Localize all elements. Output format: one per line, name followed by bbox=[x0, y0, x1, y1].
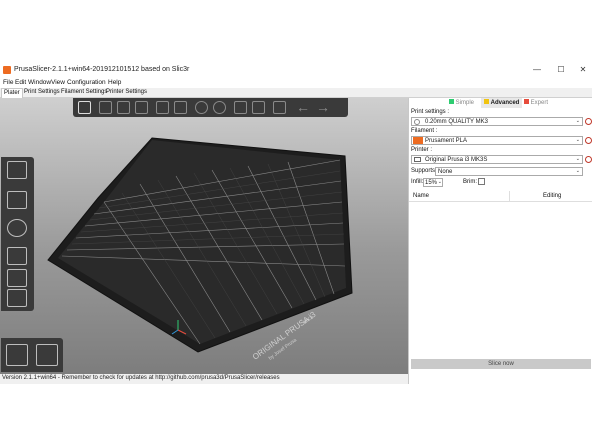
tab-filament-settings[interactable]: Filament Settings bbox=[59, 88, 109, 97]
redo-icon[interactable]: → bbox=[316, 100, 330, 114]
tab-plater[interactable]: Plater bbox=[1, 88, 23, 98]
mode-advanced-swatch bbox=[484, 99, 489, 104]
status-bar: Version 2.1.1+win64 - Remember to check … bbox=[0, 374, 408, 384]
menu-window[interactable]: Window bbox=[28, 79, 51, 86]
top-toolbar: ← → bbox=[73, 98, 348, 117]
infill-label: Infill: bbox=[411, 179, 424, 185]
printer-combo[interactable]: Original Prusa i3 MK3S ⌄ bbox=[411, 155, 583, 164]
app-icon bbox=[3, 66, 11, 74]
filament-combo[interactable]: Prusament PLA ⌄ bbox=[411, 136, 583, 145]
print-settings-value: 0.20mm QUALITY MK3 bbox=[425, 119, 488, 125]
minimize-button[interactable]: — bbox=[530, 64, 544, 75]
tab-printer-settings[interactable]: Printer Settings bbox=[104, 88, 149, 97]
mode-simple-label: Simple bbox=[455, 100, 475, 106]
mode-expert-label: Expert bbox=[530, 100, 549, 106]
print-settings-combo[interactable]: 0.20mm QUALITY MK3 ⌄ bbox=[411, 117, 583, 126]
supports-label: Supports: bbox=[411, 168, 437, 174]
remove-instance-icon[interactable] bbox=[213, 101, 226, 114]
infill-combo[interactable]: 15% ⌄ bbox=[423, 178, 443, 187]
menu-view[interactable]: View bbox=[51, 79, 65, 86]
chevron-down-icon: ⌄ bbox=[575, 168, 580, 174]
printer-icon bbox=[414, 157, 421, 162]
paste-icon[interactable] bbox=[174, 101, 187, 114]
column-editing: Editing bbox=[543, 193, 562, 199]
mode-simple[interactable]: Simple bbox=[449, 98, 474, 108]
mode-expert[interactable]: Expert bbox=[524, 98, 548, 108]
split-parts-icon[interactable] bbox=[252, 101, 265, 114]
left-toolbar bbox=[1, 157, 34, 311]
chevron-down-icon: ⌄ bbox=[575, 118, 580, 124]
filament-value: Prusament PLA bbox=[425, 138, 468, 144]
print-settings-label: Print settings : bbox=[411, 109, 450, 115]
maximize-button[interactable]: ☐ bbox=[554, 64, 568, 75]
delete-all-icon[interactable] bbox=[117, 101, 130, 114]
brim-label: Brim: bbox=[463, 179, 477, 185]
scale-icon[interactable] bbox=[7, 191, 27, 209]
close-button[interactable]: ✕ bbox=[576, 64, 590, 75]
3d-scene[interactable]: ORIGINAL PRUSA i3 MK3 by Josef Prusa ← → bbox=[0, 98, 408, 374]
menu-bar: File Edit Window View Configuration Help bbox=[0, 78, 592, 88]
printer-label: Printer : bbox=[411, 147, 433, 153]
settings-icon bbox=[414, 119, 420, 125]
column-name: Name bbox=[413, 193, 430, 199]
sla-support-icon[interactable] bbox=[7, 289, 27, 307]
print-settings-gear-icon[interactable] bbox=[585, 118, 592, 125]
supports-value: None bbox=[438, 169, 453, 175]
menu-help[interactable]: Help bbox=[108, 79, 121, 86]
filament-label: Filament : bbox=[411, 128, 438, 134]
title-bar: PrusaSlicer-2.1.1+win64-201912101512 bas… bbox=[0, 62, 592, 78]
tab-print-settings[interactable]: Print Settings bbox=[22, 88, 62, 97]
layers-view-icon[interactable] bbox=[36, 344, 58, 366]
place-on-face-icon[interactable] bbox=[7, 247, 27, 265]
mode-expert-swatch bbox=[524, 99, 529, 104]
split-objects-icon[interactable] bbox=[234, 101, 247, 114]
menu-edit[interactable]: Edit bbox=[15, 79, 26, 86]
menu-configuration[interactable]: Configuration bbox=[67, 79, 106, 86]
undo-icon[interactable]: ← bbox=[296, 100, 310, 114]
view-toolbar bbox=[1, 338, 63, 372]
object-list[interactable] bbox=[409, 202, 592, 422]
copy-icon[interactable] bbox=[156, 101, 169, 114]
chevron-down-icon: ⌄ bbox=[575, 156, 580, 162]
filament-gear-icon[interactable] bbox=[585, 137, 592, 144]
add-object-icon[interactable] bbox=[78, 101, 91, 114]
move-icon[interactable] bbox=[7, 161, 27, 179]
infill-value: 15% bbox=[425, 180, 438, 186]
chevron-down-icon: ⌄ bbox=[575, 137, 580, 143]
column-divider bbox=[509, 191, 510, 201]
add-instance-icon[interactable] bbox=[195, 101, 208, 114]
supports-combo[interactable]: None ⌄ bbox=[435, 167, 583, 176]
mode-advanced-label: Advanced bbox=[490, 100, 520, 106]
mode-advanced[interactable]: Advanced bbox=[481, 98, 523, 108]
status-text: Version 2.1.1+win64 - Remember to check … bbox=[2, 375, 280, 381]
slice-now-button[interactable]: Slice now bbox=[411, 359, 591, 369]
brim-checkbox[interactable] bbox=[478, 178, 485, 185]
object-list-header: Name Editing bbox=[409, 191, 592, 202]
chevron-down-icon: ⌄ bbox=[437, 179, 442, 185]
layer-editing-icon[interactable] bbox=[273, 101, 286, 114]
mode-simple-swatch bbox=[449, 99, 454, 104]
print-bed: ORIGINAL PRUSA i3 MK3 by Josef Prusa bbox=[47, 137, 353, 362]
cut-icon[interactable] bbox=[7, 269, 27, 287]
iso-view-icon[interactable] bbox=[6, 344, 28, 366]
window-title: PrusaSlicer-2.1.1+win64-201912101512 bas… bbox=[14, 66, 190, 73]
menu-file[interactable]: File bbox=[3, 79, 13, 86]
tab-bar: Plater Print Settings Filament Settings … bbox=[0, 88, 592, 98]
printer-gear-icon[interactable] bbox=[585, 156, 592, 163]
sidebar: Simple Advanced Expert Print settings : … bbox=[408, 98, 592, 422]
delete-icon[interactable] bbox=[99, 101, 112, 114]
prusaslicer-window: PrusaSlicer-2.1.1+win64-201912101512 bas… bbox=[0, 62, 592, 422]
printer-value: Original Prusa i3 MK3S bbox=[425, 157, 488, 163]
rotate-icon[interactable] bbox=[7, 219, 27, 237]
filament-color-swatch bbox=[413, 137, 423, 144]
arrange-icon[interactable] bbox=[135, 101, 148, 114]
